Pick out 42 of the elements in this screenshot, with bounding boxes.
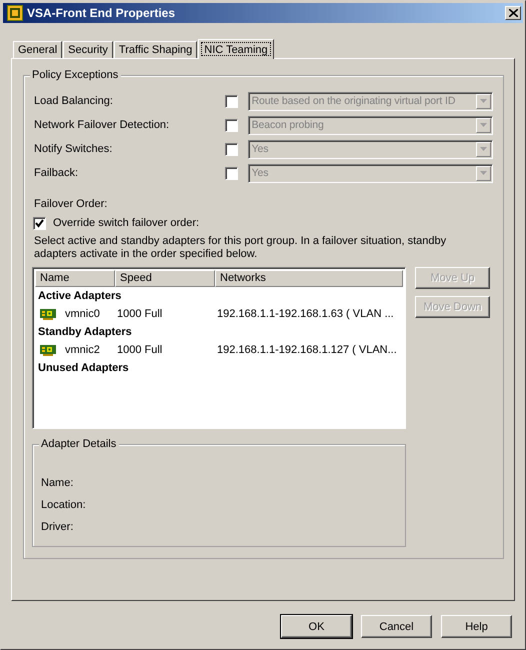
caret-icon [480,123,487,127]
field-label: Failback: [34,167,80,179]
adapter-name: vmnic2 [65,344,100,356]
field-label: Network Failover Detection: [34,119,170,131]
tab[interactable]: Security [63,41,113,58]
tab[interactable]: General [13,41,62,58]
column-header[interactable]: Speed [115,270,215,287]
group-heading: Active Adapters [37,289,122,304]
group-title: Policy Exceptions [30,69,122,81]
dialog-button[interactable]: Cancel [361,615,432,638]
caret-icon [480,147,487,151]
close-button[interactable] [505,6,521,20]
tab[interactable]: Traffic Shaping [114,41,198,58]
group-heading: Unused Adapters [37,361,130,376]
table-cell: 192.168.1.1-192.168.1.127 ( VLAN... [217,344,397,356]
checkbox-label: Override switch failover order: [53,217,200,229]
dialog-button[interactable]: OK [281,615,352,638]
field-label: Name: [41,477,74,491]
caret-icon [480,171,487,175]
section-label: Failover Order: [34,198,108,212]
dialog-button[interactable]: Help [441,615,512,638]
description-text: Select active and standby adapters for this port group. In a failover situation, standby adapters activate in the order specified below. [34,235,448,261]
table-cell-text: 1000 Full [117,344,164,356]
app-icon [7,5,23,21]
window-title: VSA-Front End Properties [27,6,176,20]
table-cell: 192.168.1.1-192.168.1.63 ( VLAN ... [217,308,394,320]
table-cell-text: 1000 Full [117,308,164,320]
field-label: Notify Switches: [34,143,114,155]
checkbox[interactable] [33,216,46,230]
group-title: Adapter Details [39,438,120,450]
field-label: Driver: [41,521,74,535]
group-heading: Standby Adapters [37,325,133,340]
column-header[interactable]: Networks [215,270,403,287]
network-card-icon [40,344,56,356]
column-header[interactable]: Name [35,270,115,287]
caret-icon [480,99,487,103]
adapter-name: vmnic0 [65,308,100,320]
network-card-icon [40,308,56,320]
field-label: Load Balancing: [34,95,114,107]
close-icon [508,9,518,17]
field-label: Location: [41,499,87,513]
tab[interactable]: NIC Teaming [198,39,274,59]
